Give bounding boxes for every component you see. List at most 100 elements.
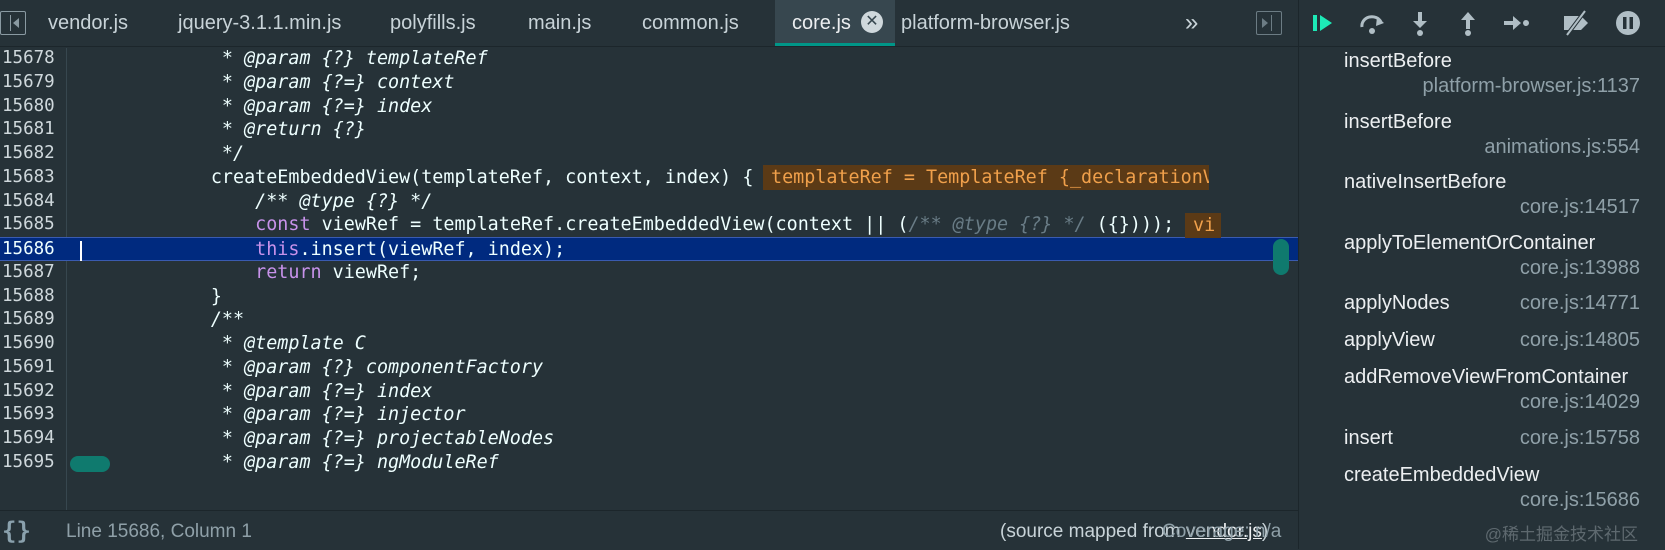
call-frame-name: createEmbeddedView	[1344, 463, 1540, 486]
toggle-navigator-icon[interactable]	[0, 11, 26, 35]
current-code-line[interactable]: 15686 this.insert(viewRef, index);	[0, 237, 1298, 261]
code-line[interactable]: 15680 * @param {?=} index	[0, 95, 1298, 119]
line-number[interactable]: 15679	[2, 71, 64, 95]
inline-value-preview: templateRef = TemplateRef {_declarationV	[763, 165, 1209, 190]
cursor-position[interactable]: Line 15686, Column 1	[66, 521, 252, 543]
code-text: const viewRef = templateRef.createEmbedd…	[255, 214, 1175, 236]
code-line[interactable]: 15690 * @template C	[0, 332, 1298, 356]
code-line[interactable]: 15689 /**	[0, 308, 1298, 332]
call-frame[interactable]: insertBefore animations.js:554	[1299, 111, 1665, 171]
code-text: * @param {?=} context	[78, 71, 455, 93]
code-text: * @param {?=} index	[78, 380, 433, 402]
call-frame-location: core.js:15686	[1519, 488, 1640, 511]
line-number[interactable]: 15678	[2, 48, 64, 71]
call-frame-name: applyView	[1344, 329, 1435, 351]
code-text: * @param {?=} injector	[78, 404, 466, 426]
line-number[interactable]: 15693	[2, 403, 64, 427]
call-frame[interactable]: insert core.js:15758	[1299, 427, 1665, 464]
line-number[interactable]: 15683	[2, 166, 64, 190]
line-number[interactable]: 15694	[2, 427, 64, 451]
tab-vendor-js[interactable]: vendor.js	[48, 0, 128, 46]
call-frame-name: insertBefore	[1344, 50, 1452, 72]
horizontal-scrollbar[interactable]	[70, 456, 110, 472]
pretty-print-icon[interactable]: {}	[2, 517, 31, 545]
code-editor[interactable]: 15678 * @param {?} templateRef 15679 * @p…	[0, 48, 1298, 534]
code-line[interactable]: 15678 * @param {?} templateRef	[0, 48, 1298, 71]
line-number[interactable]: 15684	[2, 190, 64, 214]
debugger-sidebar: insertBefore platform-browser.js:1137 inse…	[1298, 0, 1665, 549]
call-frame[interactable]: nativeInsertBefore core.js:14517	[1299, 171, 1665, 231]
vertical-scrollbar[interactable]	[1273, 239, 1289, 275]
code-line[interactable]: 15681 * @return {?}	[0, 118, 1298, 142]
code-line[interactable]: 15679 * @param {?=} context	[0, 71, 1298, 95]
line-number[interactable]: 15690	[2, 332, 64, 356]
call-frame[interactable]: addRemoveViewFromContainer core.js:14029	[1299, 366, 1665, 426]
call-frame[interactable]: insertBefore platform-browser.js:1137	[1299, 50, 1665, 110]
call-frame[interactable]: applyNodes core.js:14771	[1299, 292, 1665, 329]
line-number[interactable]: 15695	[2, 451, 64, 475]
code-line[interactable]: 15688 }	[0, 285, 1298, 309]
call-frame-location: core.js:13988	[1519, 256, 1640, 279]
code-text: this.insert(viewRef, index);	[255, 239, 566, 260]
code-line[interactable]: 15687 return viewRef;	[0, 261, 1298, 285]
tab-polyfills-js[interactable]: polyfills.js	[390, 0, 476, 46]
more-tabs-icon[interactable]: »	[1185, 0, 1198, 46]
code-line[interactable]: 15684 /** @type {?} */	[0, 190, 1298, 214]
line-number[interactable]: 15687	[2, 261, 64, 285]
line-number[interactable]: 15688	[2, 285, 64, 309]
code-line[interactable]: 15692 * @param {?=} index	[0, 380, 1298, 404]
line-number[interactable]: 15692	[2, 380, 64, 404]
code-line[interactable]: 15693 * @param {?=} injector	[0, 403, 1298, 427]
code-text: * @return {?}	[78, 119, 366, 141]
code-line[interactable]: 15682 */	[0, 142, 1298, 166]
line-number[interactable]: 15686	[2, 238, 64, 262]
code-line[interactable]: 15685 const viewRef = templateRef.create…	[0, 213, 1298, 237]
code-text: }	[78, 285, 222, 307]
step-over-icon[interactable]	[1357, 8, 1387, 38]
deactivate-breakpoints-icon[interactable]	[1561, 8, 1591, 38]
line-number[interactable]: 15680	[2, 95, 64, 119]
resume-icon[interactable]	[1309, 8, 1339, 38]
coverage-status: Coverage: n/a	[1162, 521, 1282, 542]
step-icon[interactable]	[1501, 8, 1531, 38]
call-frame[interactable]: createEmbeddedView core.js:15686	[1299, 464, 1665, 524]
line-number[interactable]: 15681	[2, 118, 64, 142]
code-text: * @param {?} componentFactory	[78, 356, 544, 378]
code-text: * @template C	[78, 333, 366, 354]
close-tab-icon[interactable]: ✕	[860, 10, 883, 33]
tab-label: core.js	[792, 12, 851, 34]
code-line[interactable]: 15695 * @param {?=} ngModuleRef	[0, 451, 1298, 475]
code-text: * @param {?} templateRef	[78, 48, 488, 69]
call-frame-name: applyToElementOrContainer	[1344, 231, 1596, 254]
tab-common-js[interactable]: common.js	[642, 0, 739, 46]
status-bar: {} Line 15686, Column 1 (source mapped f…	[0, 510, 1298, 550]
call-frame-name: insertBefore	[1344, 110, 1452, 133]
line-number[interactable]: 15685	[2, 213, 64, 237]
tab-bar: vendor.js jquery-3.1.1.min.js polyfills.…	[0, 0, 1298, 47]
step-out-icon[interactable]	[1453, 8, 1483, 38]
code-text: return viewRef;	[255, 261, 422, 283]
call-frame[interactable]: applyToElementOrContainer core.js:13988	[1299, 232, 1665, 292]
tab-platform-browser-js[interactable]: platform-browser.js	[901, 0, 1070, 46]
call-frame-location: animations.js:554	[1484, 135, 1640, 158]
code-line[interactable]: 15691 * @param {?} componentFactory	[0, 356, 1298, 380]
call-frame[interactable]: applyView core.js:14805	[1299, 329, 1665, 366]
tab-main-js[interactable]: main.js	[528, 0, 591, 46]
text-caret	[80, 241, 82, 261]
call-frame-location: platform-browser.js:1137	[1422, 75, 1641, 97]
line-number[interactable]: 15682	[2, 142, 64, 166]
code-line[interactable]: 15694 * @param {?=} projectableNodes	[0, 427, 1298, 451]
code-text: /** @type {?} */	[78, 190, 433, 212]
line-number[interactable]: 15689	[2, 308, 64, 332]
line-number[interactable]: 15691	[2, 356, 64, 380]
tab-jquery[interactable]: jquery-3.1.1.min.js	[178, 0, 341, 46]
pause-on-exceptions-icon[interactable]	[1613, 8, 1643, 38]
tab-core-js[interactable]: core.js ✕	[775, 0, 895, 46]
editor-area: vendor.js jquery-3.1.1.min.js polyfills.…	[0, 0, 1298, 550]
inline-value-preview: vi	[1185, 213, 1221, 238]
call-frame-name: insert	[1344, 426, 1393, 449]
step-into-icon[interactable]	[1405, 8, 1435, 38]
call-frame-location: core.js:14517	[1519, 196, 1640, 218]
toggle-debugger-icon[interactable]	[1256, 11, 1282, 35]
call-frame-location: core.js:14805	[1519, 329, 1640, 351]
